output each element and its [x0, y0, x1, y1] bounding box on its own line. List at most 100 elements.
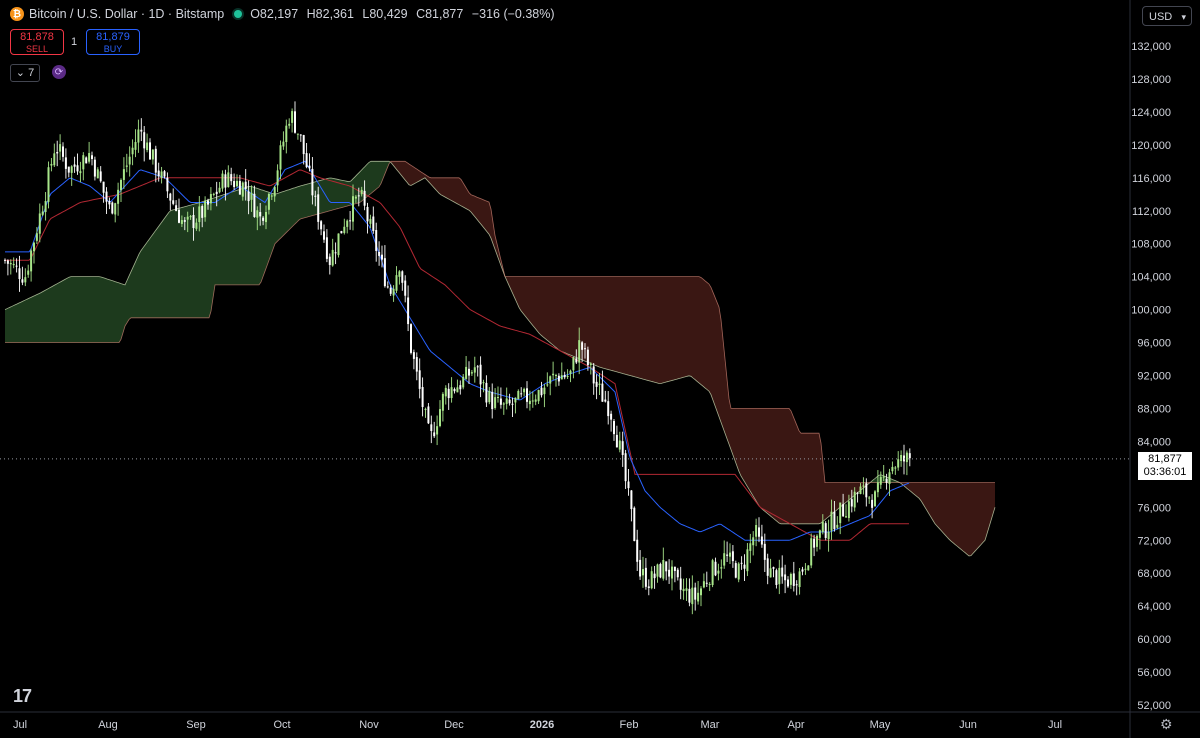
- buy-button[interactable]: 81,879 BUY: [86, 29, 140, 55]
- candle-body: [537, 389, 540, 402]
- ichimoku-cloud-segment: [135, 258, 137, 318]
- ichimoku-cloud-segment: [943, 482, 945, 535]
- ichimoku-cloud-segment: [955, 482, 957, 547]
- candle-body: [549, 376, 552, 384]
- candle-body: [740, 562, 743, 564]
- change-value: −316 (−0.38%): [471, 7, 555, 21]
- ichimoku-cloud-segment: [27, 298, 29, 343]
- candle-body: [128, 156, 131, 165]
- candle-body: [366, 206, 369, 222]
- ichimoku-cloud-segment: [685, 276, 687, 377]
- ichimoku-cloud-segment: [553, 276, 555, 347]
- candle-body: [447, 388, 450, 399]
- ichimoku-cloud-segment: [133, 262, 135, 318]
- ichimoku-cloud-segment: [647, 276, 649, 381]
- ichimoku-cloud-segment: [589, 276, 591, 364]
- candle-body: [459, 385, 462, 390]
- candle-body: [441, 393, 444, 411]
- ichimoku-cloud-segment: [753, 408, 755, 500]
- sell-button[interactable]: 81,878 SELL: [10, 29, 64, 55]
- gear-icon[interactable]: ⚙: [1160, 716, 1173, 733]
- ichimoku-cloud-segment: [229, 192, 231, 285]
- ichimoku-cloud-segment: [565, 276, 567, 354]
- ichimoku-cloud-segment: [563, 276, 565, 353]
- ichimoku-cloud-segment: [825, 482, 827, 520]
- ichimoku-cloud-segment: [443, 177, 445, 198]
- candle-body: [473, 367, 476, 373]
- ichimoku-cloud-segment: [519, 276, 521, 311]
- y-tick-label: 52,000: [1137, 700, 1171, 712]
- chart-canvas[interactable]: 132,000 128,000 124,000 120,000 116,000 112,0…: [0, 0, 1200, 738]
- candle-body: [862, 485, 865, 487]
- candle-body: [381, 254, 383, 260]
- ichimoku-cloud-segment: [959, 482, 961, 550]
- ichimoku-cloud-segment: [755, 408, 757, 503]
- ichimoku-cloud-segment: [297, 186, 299, 222]
- candle-body: [308, 165, 311, 169]
- ichimoku-cloud-segment: [789, 408, 791, 524]
- ichimoku-cloud-segment: [163, 217, 165, 318]
- candle-body: [375, 230, 378, 251]
- currency-label: USD: [1149, 11, 1173, 23]
- ichimoku-cloud-segment: [153, 231, 155, 318]
- candle-body: [325, 237, 328, 259]
- x-tick-label: Sep: [186, 719, 206, 731]
- ichimoku-cloud-segment: [739, 408, 741, 476]
- ichimoku-cloud-segment: [411, 165, 413, 186]
- indicator-sync-icon[interactable]: ⟳: [52, 65, 66, 79]
- ichimoku-cloud-segment: [691, 276, 693, 378]
- candle-body: [830, 511, 833, 531]
- ichimoku-cloud-segment: [141, 247, 143, 318]
- candle-body: [386, 286, 389, 288]
- candle-body: [131, 147, 134, 155]
- ichimoku-cloud-segment: [529, 276, 531, 324]
- ichimoku-cloud-segment: [793, 415, 795, 524]
- ichimoku-cloud-segment: [441, 177, 443, 196]
- candle-body: [479, 364, 482, 385]
- candle-body: [827, 531, 830, 540]
- candle-body: [511, 403, 514, 405]
- ichimoku-cloud-segment: [651, 276, 653, 382]
- ichimoku-cloud-segment: [291, 188, 293, 228]
- candle-body: [12, 263, 15, 266]
- ichimoku-cloud-segment: [561, 276, 563, 353]
- candle-body: [294, 111, 296, 133]
- ichimoku-cloud-segment: [527, 276, 529, 321]
- candle-body: [676, 569, 679, 578]
- candle-body: [514, 397, 517, 403]
- currency-selector[interactable]: USD ▾: [1142, 6, 1192, 26]
- candle-body: [488, 390, 491, 403]
- candle-body: [789, 573, 792, 585]
- candle-body: [67, 166, 70, 173]
- ichimoku-cloud-segment: [551, 276, 553, 346]
- candle-body: [462, 376, 465, 388]
- ichimoku-cloud-segment: [227, 192, 229, 285]
- ichimoku-cloud-segment: [405, 161, 407, 183]
- ichimoku-cloud-segment: [21, 301, 23, 343]
- ichimoku-cloud-segment: [917, 482, 919, 499]
- ichimoku-cloud-segment: [37, 293, 39, 343]
- ichimoku-cloud-segment: [61, 280, 63, 343]
- tradingview-logo-icon[interactable]: 17: [13, 686, 32, 707]
- candle-body: [404, 280, 407, 296]
- symbol-title[interactable]: Bitcoin / U.S. Dollar · 1D · Bitstamp: [29, 7, 224, 21]
- open-value: O82,197: [250, 7, 299, 21]
- ichimoku-cloud-segment: [439, 177, 441, 195]
- candle-body: [218, 187, 221, 193]
- candle-body: [468, 368, 470, 376]
- candle-body: [662, 559, 665, 579]
- ichimoku-cloud-segment: [77, 276, 79, 343]
- candle-body: [276, 170, 279, 186]
- candle-body: [337, 233, 340, 256]
- ichimoku-cloud-segment: [637, 276, 639, 378]
- candle-body: [775, 570, 778, 585]
- ichimoku-cloud-segment: [177, 208, 179, 318]
- candle-body: [410, 324, 412, 353]
- ichimoku-cloud-segment: [165, 214, 167, 318]
- ichimoku-cloud-segment: [947, 482, 949, 540]
- ichimoku-cloud-segment: [111, 280, 113, 343]
- candle-body: [317, 194, 320, 222]
- candle-body: [572, 357, 575, 371]
- ichimoku-cloud-segment: [801, 433, 803, 524]
- indicators-toggle[interactable]: ⌄ 7: [10, 64, 40, 82]
